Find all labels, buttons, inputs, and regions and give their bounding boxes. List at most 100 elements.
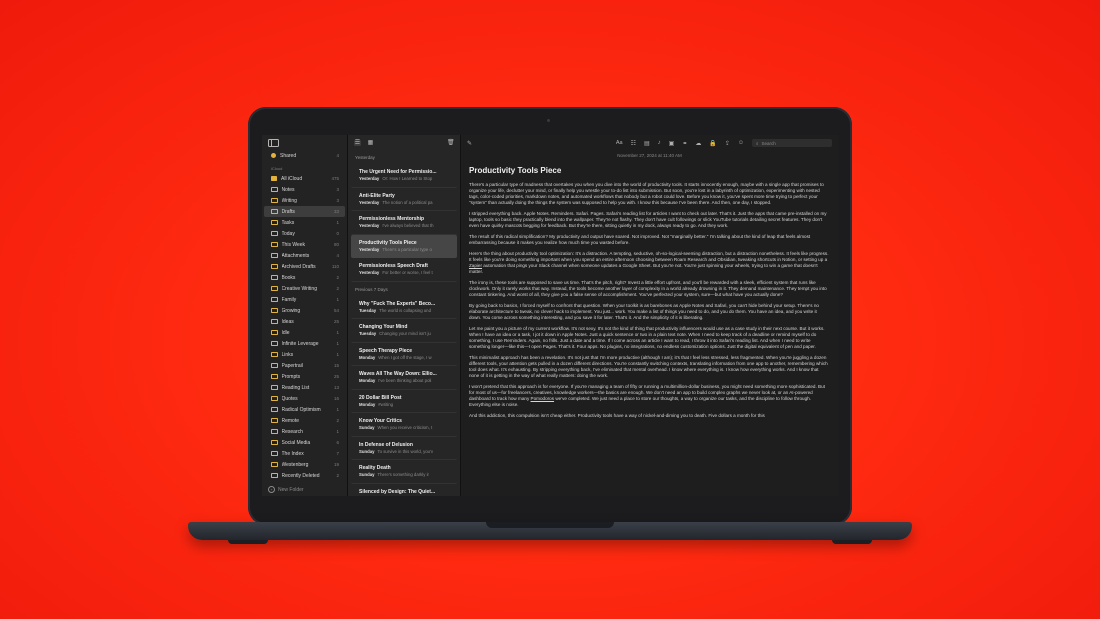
note-title: Productivity Tools Piece	[469, 166, 562, 175]
media-icon[interactable]: ▣	[669, 140, 675, 147]
link-icon[interactable]: ⚭	[682, 140, 687, 147]
sidebar-item-archived-drafts[interactable]: Archived Drafts 110	[264, 261, 345, 272]
folder-icon	[271, 219, 278, 226]
note-list-date: Tuesday	[359, 307, 377, 313]
sidebar-item-label: All iCloud	[281, 175, 303, 182]
sidebar-item-the-index[interactable]: The Index 7	[264, 448, 345, 459]
sidebar-item-prompts[interactable]: Prompts 25	[264, 371, 345, 382]
sidebar-item-count: 2	[336, 473, 339, 478]
note-list-item[interactable]: The Urgent Need for Permissio... Yesterda…	[351, 164, 457, 188]
sidebar-item-drafts[interactable]: Drafts 33	[264, 206, 345, 217]
sidebar-item-ideas[interactable]: Ideas 25	[264, 316, 345, 327]
sidebar-item-count: 2	[336, 286, 339, 291]
sidebar-item-quotes[interactable]: Quotes 16	[264, 393, 345, 404]
list-view-icon[interactable]: ☰	[354, 140, 361, 146]
sidebar-item-idle[interactable]: Idle 1	[264, 327, 345, 338]
sidebar-item-recently-deleted[interactable]: Recently Deleted 2	[264, 470, 345, 481]
sidebar-item-radical-optimism[interactable]: Radical Optimism 1	[264, 404, 345, 415]
folder-icon	[271, 274, 278, 281]
sidebar-item-label: Infinite Leverage	[281, 340, 319, 347]
note-list-title: Permissionless Speech Draft	[359, 263, 428, 270]
gallery-view-icon[interactable]: ▦	[367, 140, 374, 146]
sidebar-item-reading-list[interactable]: Reading List 13	[264, 382, 345, 393]
note-list-date: Yesterday	[359, 176, 380, 182]
zapier-link[interactable]: Zapier	[469, 263, 482, 268]
note-list-meta: Yesterday The notion of a political pa	[359, 200, 451, 205]
note-list-item[interactable]: In Defense of Delusion Sunday To survive i…	[351, 437, 457, 460]
note-list-title: Reality Death	[359, 465, 391, 472]
note-list-item[interactable]: Productivity Tools Piece Yesterday There's…	[351, 234, 457, 258]
folder-icon	[271, 329, 278, 336]
folder-icon	[271, 351, 278, 358]
note-list-date: Sunday	[359, 425, 375, 431]
note-content[interactable]: Productivity Tools Piece There's a parti…	[461, 158, 838, 419]
sidebar-item-count: 33	[333, 209, 339, 214]
note-list-item[interactable]: Waves All The Way Down: Ellio... Monday I'…	[351, 366, 457, 390]
note-list-date: Yesterday	[359, 199, 380, 205]
note-list-item[interactable]: Anti-Elite Party Yesterday The notion of a…	[351, 188, 457, 211]
sidebar-item-count: 25	[333, 374, 339, 379]
sidebar-item-count: 19	[333, 462, 339, 467]
format-icon[interactable]: Aa	[616, 140, 623, 146]
compose-icon[interactable]: ✎	[467, 140, 472, 147]
notes-list: ☰ ▦ 🗑 Yesterday The Urgent Need for Perm…	[348, 135, 461, 496]
sidebar-item-all-icloud[interactable]: All iCloud 475	[264, 173, 345, 184]
note-list-item[interactable]: Changing Your Mind Tuesday Changing your m…	[351, 319, 457, 343]
note-list-item[interactable]: Silenced by Design: The Quiet...SundayIm…	[351, 484, 457, 496]
note-list-meta: Monday #writing	[359, 402, 451, 407]
paragraph-text: Here's the thing about productivity tool…	[469, 251, 829, 262]
sidebar-item-remote[interactable]: Remote 2	[264, 415, 345, 426]
new-folder-button[interactable]: + New Folder	[268, 486, 304, 493]
table-icon[interactable]: ▤	[644, 140, 650, 147]
sidebar-item-links[interactable]: Links 1	[264, 349, 345, 360]
note-list-item[interactable]: Reality Death Sunday There's something dar…	[351, 460, 457, 484]
sidebar-item-today[interactable]: Today 0	[264, 228, 345, 239]
paragraph: The result of this radical simplificatio…	[469, 234, 811, 245]
search-field[interactable]: ⌕ Search	[752, 139, 832, 147]
note-list-meta: Yesterday For better or worse, I feel t	[359, 270, 451, 275]
note-list-preview: To survive in this world, you'v	[377, 448, 434, 454]
sidebar-item-notes[interactable]: Notes 3	[264, 184, 345, 195]
note-list-preview: Or: How I Learned to Stop	[382, 176, 433, 182]
sidebar-item-shared[interactable]: Shared 4	[264, 150, 345, 161]
note-list-meta: Sunday There's something darkly ir	[359, 472, 451, 477]
sidebar-item-research[interactable]: Research 1	[264, 426, 345, 437]
note-list-title: Waves All The Way Down: Ellio...	[359, 371, 437, 378]
lock-icon[interactable]: 🔒	[709, 140, 716, 147]
pomodoros-link[interactable]: Pomodoros	[531, 396, 555, 401]
sidebar-item-family[interactable]: Family 1	[264, 294, 345, 305]
emoji-icon[interactable]: ☺	[738, 140, 744, 146]
sidebar-toggle-icon[interactable]	[268, 139, 279, 147]
list-section-yesterday: Yesterday	[355, 155, 375, 160]
sidebar-item-papertrail[interactable]: Papertrail 15	[264, 360, 345, 371]
folder-icon	[271, 428, 278, 435]
note-list-item[interactable]: Why "Fuck The Experts" Beco... Tuesday The…	[351, 296, 457, 319]
sidebar-item-attachments[interactable]: Attachments 4	[264, 250, 345, 261]
audio-icon[interactable]: ♪	[658, 140, 661, 146]
sidebar-item-label: Idle	[281, 329, 290, 336]
note-list-item[interactable]: Know Your Critics Sunday When you receive …	[351, 413, 457, 437]
note-list-item[interactable]: 20 Dollar Bill Post Monday #writing	[351, 390, 457, 413]
note-list-item[interactable]: Permissionless Speech Draft Yesterday For …	[351, 258, 457, 282]
sidebar-item-label: Archived Drafts	[281, 263, 316, 270]
share-icon[interactable]: ⇪	[725, 140, 730, 147]
sidebar-item-westenberg[interactable]: Westenberg 19	[264, 459, 345, 470]
sidebar-item-tasks[interactable]: Tasks 1	[264, 217, 345, 228]
sidebar-item-writing[interactable]: Writing 3	[264, 195, 345, 206]
sidebar-item-books[interactable]: Books 2	[264, 272, 345, 283]
sidebar-item-social-media[interactable]: Social Media 6	[264, 437, 345, 448]
sidebar-item-label: Drafts	[281, 208, 295, 215]
sidebar-item-infinite-leverage[interactable]: Infinite Leverage 1	[264, 338, 345, 349]
trash-icon[interactable]: 🗑	[447, 140, 455, 146]
sidebar-item-creative-writing[interactable]: Creative Writing 2	[264, 283, 345, 294]
sidebar-item-count: 15	[333, 363, 339, 368]
note-list-item[interactable]: Speech Therapy Piece Monday When I got off…	[351, 343, 457, 366]
note-list-date: Yesterday	[359, 223, 380, 229]
sidebar-item-growing[interactable]: Growing 54	[264, 305, 345, 316]
collaborate-icon[interactable]: ☁	[695, 140, 701, 147]
sidebar-item-this-week[interactable]: This Week 80	[264, 239, 345, 250]
note-list-meta: Sunday When you receive criticism, t	[359, 425, 451, 430]
checklist-icon[interactable]: ☷	[631, 140, 636, 147]
note-list-item[interactable]: Permissionless Mentorship Yesterday I've a…	[351, 211, 457, 235]
paragraph: I won't pretend that this approach is fo…	[469, 384, 829, 408]
